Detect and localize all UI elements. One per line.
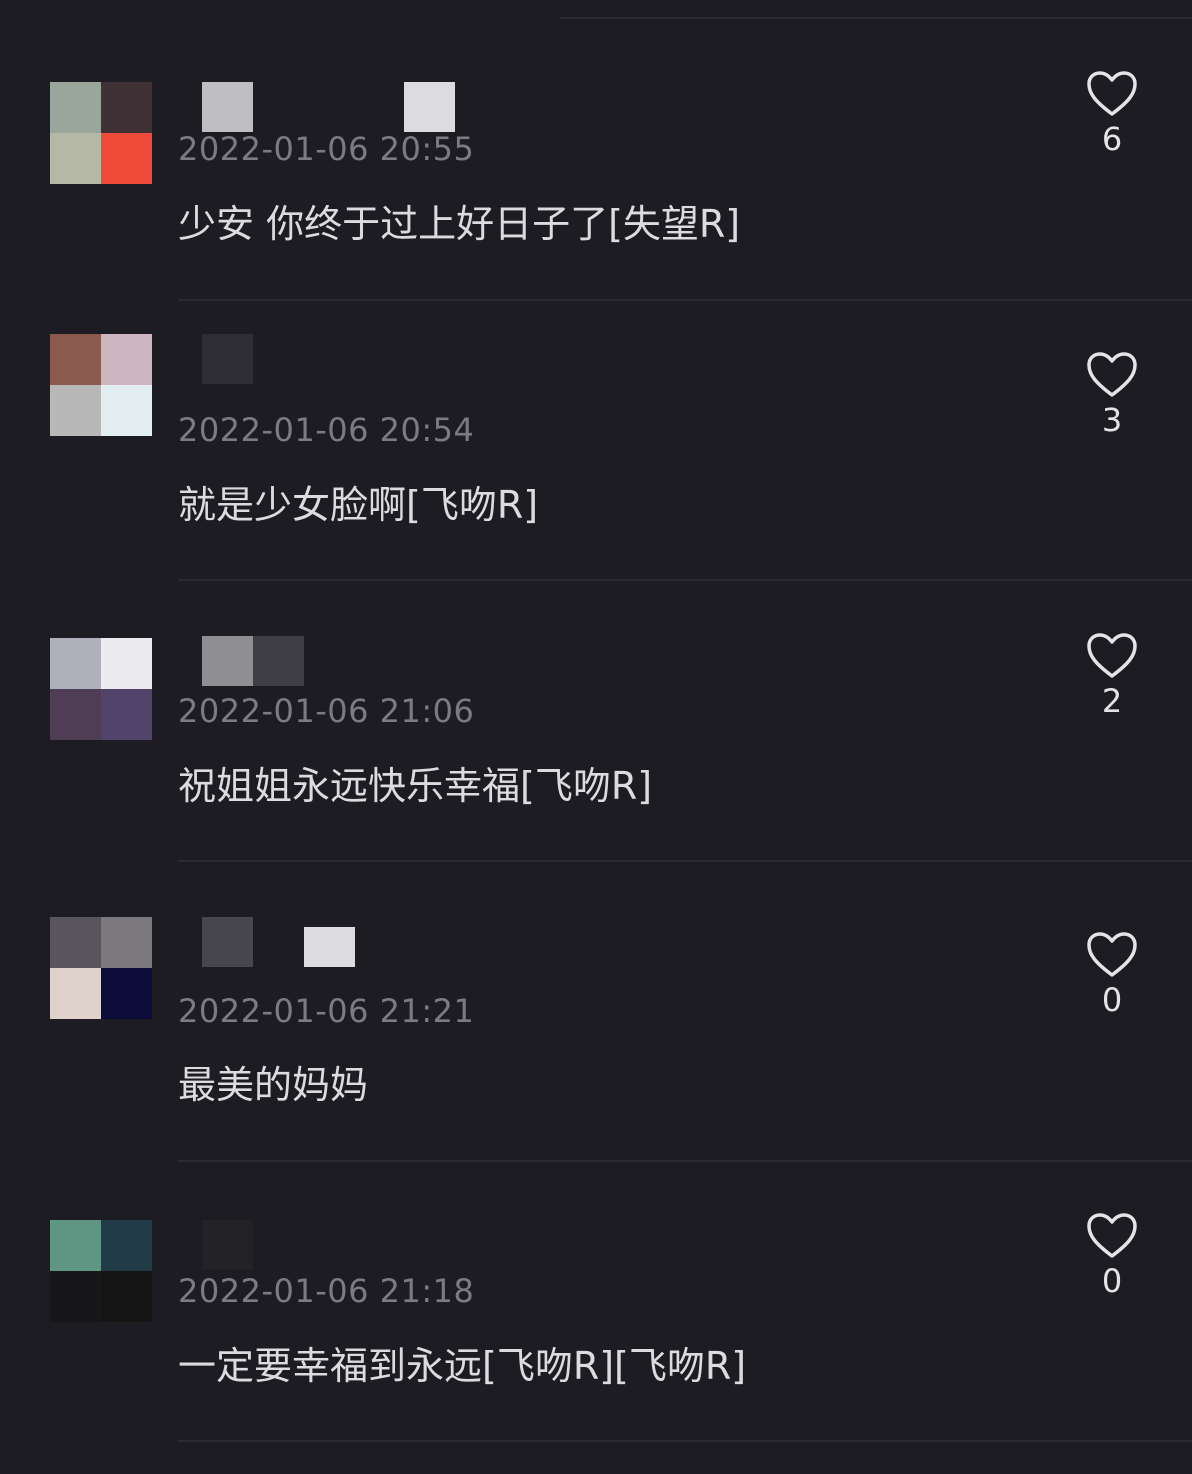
like-button[interactable]: 0	[1080, 1212, 1144, 1300]
comment-timestamp: 2022-01-06 20:54	[178, 411, 475, 449]
comment-divider	[178, 1440, 1192, 1442]
avatar[interactable]	[50, 1220, 152, 1322]
comment-text[interactable]: 少安 你终于过上好日子了[失望R]	[178, 193, 740, 248]
top-divider	[560, 17, 1192, 19]
username-blurred[interactable]	[202, 917, 502, 967]
comment-timestamp: 2022-01-06 20:55	[178, 130, 475, 168]
comment-divider	[178, 579, 1192, 581]
like-button[interactable]: 2	[1080, 632, 1144, 720]
like-count: 0	[1101, 1262, 1123, 1300]
like-count: 6	[1101, 120, 1123, 158]
avatar[interactable]	[50, 917, 152, 1019]
like-button[interactable]: 3	[1080, 351, 1144, 439]
like-count: 3	[1101, 401, 1123, 439]
username-blurred[interactable]	[202, 82, 502, 132]
heart-outline-icon	[1087, 352, 1137, 397]
comment-text[interactable]: 一定要幸福到永远[飞吻R][飞吻R]	[178, 1335, 746, 1390]
comment-timestamp: 2022-01-06 21:06	[178, 692, 475, 730]
like-button[interactable]: 6	[1080, 70, 1144, 158]
comment-divider	[178, 299, 1192, 301]
avatar[interactable]	[50, 82, 152, 184]
comment-text[interactable]: 就是少女脸啊[飞吻R]	[178, 474, 538, 529]
like-count: 0	[1101, 981, 1123, 1019]
heart-outline-icon	[1087, 932, 1137, 977]
comment-text[interactable]: 最美的妈妈	[178, 1054, 368, 1109]
like-count: 2	[1101, 682, 1123, 720]
comment-text[interactable]: 祝姐姐永远快乐幸福[飞吻R]	[178, 755, 652, 810]
like-button[interactable]: 0	[1080, 931, 1144, 1019]
heart-outline-icon	[1087, 71, 1137, 116]
comment-divider	[178, 1160, 1192, 1162]
comment-timestamp: 2022-01-06 21:21	[178, 992, 475, 1030]
heart-outline-icon	[1087, 1213, 1137, 1258]
heart-outline-icon	[1087, 633, 1137, 678]
username-blurred[interactable]	[202, 334, 502, 384]
comment-timestamp: 2022-01-06 21:18	[178, 1272, 475, 1310]
username-blurred[interactable]	[202, 636, 502, 686]
avatar[interactable]	[50, 638, 152, 740]
username-blurred[interactable]	[202, 1220, 502, 1270]
comment-divider	[178, 860, 1192, 862]
avatar[interactable]	[50, 334, 152, 436]
